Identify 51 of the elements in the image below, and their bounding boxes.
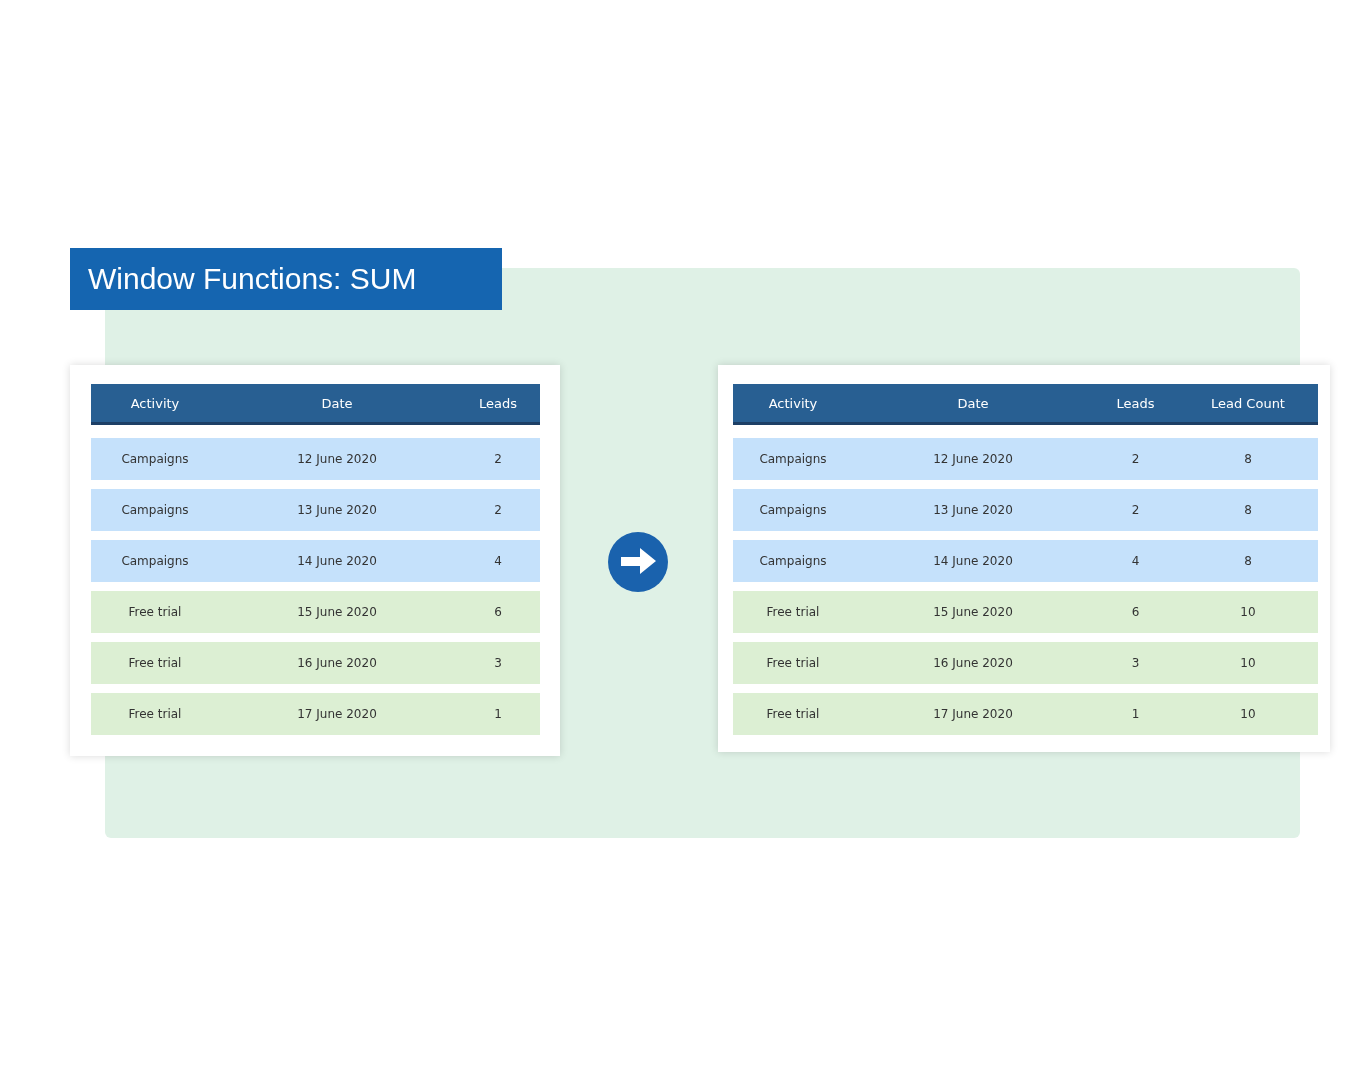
table-cell: 12 June 2020	[933, 452, 1013, 466]
title-banner: Window Functions: SUM	[70, 248, 502, 310]
header-cell: Activity	[130, 395, 180, 411]
table-cell: 12 June 2020	[297, 452, 377, 466]
table-cell: 6	[494, 605, 502, 619]
header-cell: Activity	[768, 395, 818, 411]
table-cell: 2	[494, 503, 502, 517]
table-cell: 4	[494, 554, 502, 568]
header-cell: Date	[957, 395, 989, 411]
table-cell: Campaigns	[759, 503, 827, 517]
table-cell: Campaigns	[121, 503, 189, 517]
table-cell: 8	[1244, 554, 1252, 568]
table-cell: 8	[1244, 452, 1252, 466]
table-cell: 2	[1131, 503, 1140, 517]
table-cell: 15 June 2020	[933, 605, 1013, 619]
table-cell: 3	[1131, 656, 1140, 670]
header-cell: Lead Count	[1211, 395, 1285, 411]
table-cell: Campaigns	[121, 452, 189, 466]
table-cell: 6	[1131, 605, 1140, 619]
table-cell: 17 June 2020	[933, 707, 1013, 721]
table-cell: 13 June 2020	[297, 503, 377, 517]
table-cell: Campaigns	[121, 554, 189, 568]
table-cell: Free trial	[766, 605, 820, 619]
table-cell: 16 June 2020	[933, 656, 1013, 670]
table-cell: 2	[1131, 452, 1140, 466]
table-cell: 1	[1131, 707, 1140, 721]
table-cell: 14 June 2020	[933, 554, 1013, 568]
table-cell: 1	[494, 707, 502, 721]
arrow-circle-icon	[608, 531, 670, 595]
table-cell: 10	[1240, 707, 1256, 721]
table-cell: Campaigns	[759, 452, 827, 466]
header-cell: Date	[321, 395, 353, 411]
header-cell: Leads	[479, 395, 517, 411]
table-cell: Free trial	[766, 707, 820, 721]
table-cell: 10	[1240, 605, 1256, 619]
table-cell: Campaigns	[759, 554, 827, 568]
table-cell: 16 June 2020	[297, 656, 377, 670]
table-cell: 14 June 2020	[297, 554, 377, 568]
table-cell: 10	[1240, 656, 1256, 670]
table-cell: 15 June 2020	[297, 605, 377, 619]
table-cell: Free trial	[128, 656, 182, 670]
table-cell: 3	[494, 656, 502, 670]
table-cell: Free trial	[128, 605, 182, 619]
table-cell: Free trial	[766, 656, 820, 670]
table-cell: 2	[494, 452, 502, 466]
header-cell: Leads	[1116, 395, 1155, 411]
table-cell: 13 June 2020	[933, 503, 1013, 517]
table-cell: 17 June 2020	[297, 707, 377, 721]
table-cell: 8	[1244, 503, 1252, 517]
table-cell: 4	[1131, 554, 1140, 568]
table-cell: Free trial	[128, 707, 182, 721]
